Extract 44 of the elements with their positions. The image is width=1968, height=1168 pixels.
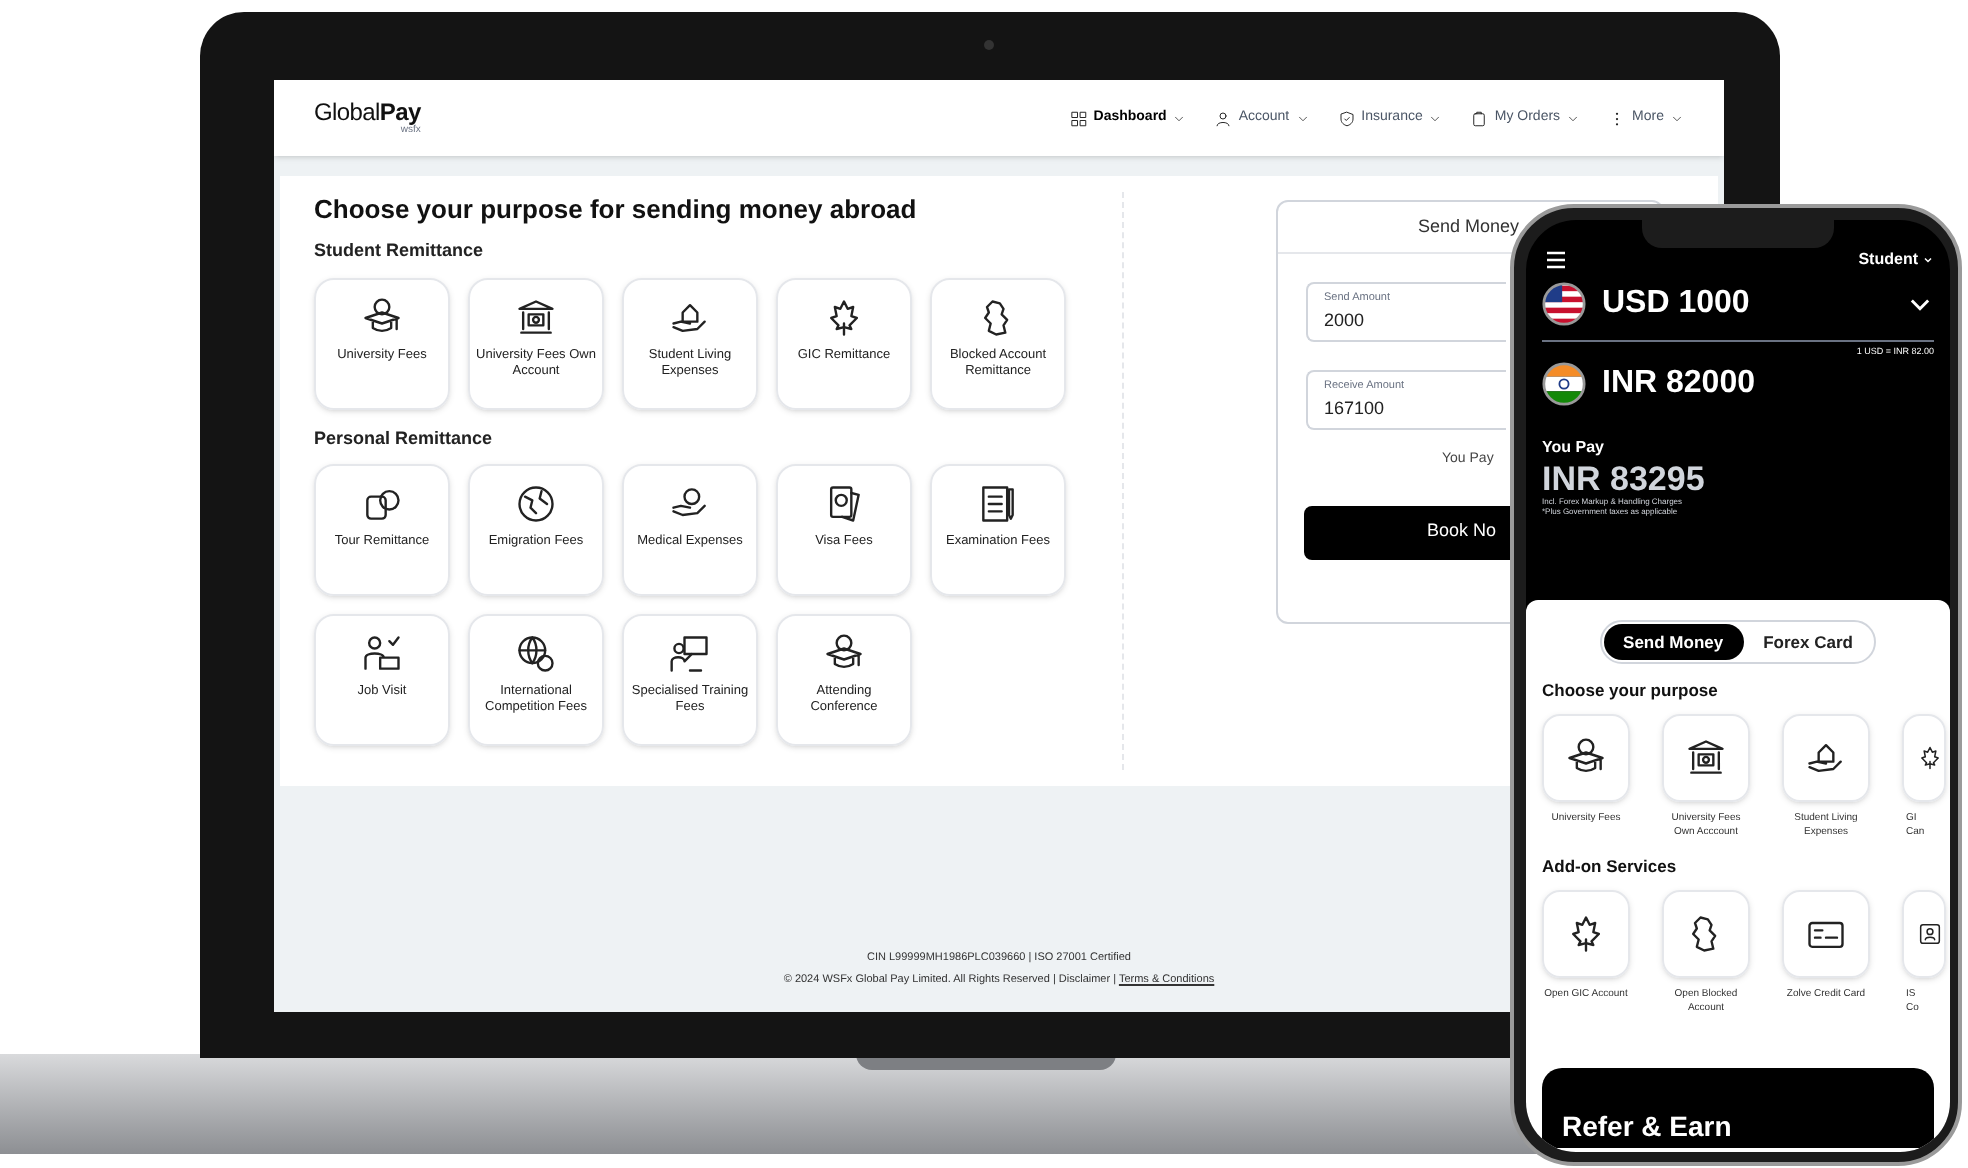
page-heading: Choose your purpose for sending money abroad <box>314 196 919 222</box>
person-desk-icon <box>360 632 404 676</box>
purpose-tile[interactable] <box>1662 889 1750 977</box>
refer-banner: Refer & Earn <box>1542 1068 1934 1148</box>
chevron-down-icon <box>1566 111 1581 125</box>
chevron-down-icon <box>1295 111 1310 125</box>
clipboard-icon <box>1470 109 1489 127</box>
person-icon <box>1214 109 1233 127</box>
india-flag-icon <box>1542 361 1586 406</box>
menu-icon <box>1542 248 1570 272</box>
purpose-tile[interactable] <box>1662 713 1750 802</box>
section-title: Choose your purpose <box>1542 678 1720 704</box>
receive-currency-amount: INR 82000 <box>1602 363 1755 404</box>
chevron-down-icon <box>1428 111 1443 125</box>
globe-coin-icon <box>514 632 558 676</box>
you-pay-label: You Pay <box>1542 435 1606 460</box>
book-now-button[interactable]: Book No <box>1304 505 1512 559</box>
section-title: Add-on Services <box>1542 853 1679 879</box>
purpose-tile[interactable] <box>1782 713 1870 802</box>
bank-building-icon <box>514 295 558 339</box>
camera-icon <box>984 40 994 50</box>
segment-tab[interactable]: Forex Card <box>1743 624 1873 660</box>
purpose-tile[interactable] <box>1542 889 1630 977</box>
bank-building-icon <box>1684 735 1728 780</box>
chevron-down-icon <box>1922 254 1934 266</box>
you-pay-amount: INR 83295 <box>1542 461 1707 496</box>
profile-dropdown[interactable]: Student <box>1858 248 1934 272</box>
chevron-down-icon <box>1670 111 1684 125</box>
section-title: Personal Remittance <box>314 425 495 451</box>
purpose-tile[interactable] <box>1902 889 1946 977</box>
chevron-down-icon <box>1172 111 1187 125</box>
logo-text: GlobalPay <box>314 100 421 124</box>
purpose-tile[interactable] <box>1542 713 1630 802</box>
exam-paper-icon <box>976 482 1020 526</box>
shield-icon <box>1337 109 1356 127</box>
purpose-tile[interactable] <box>1902 713 1946 802</box>
presentation-board-icon <box>668 632 712 676</box>
purpose-tile[interactable] <box>1782 889 1870 977</box>
segment-tab[interactable]: Send Money <box>1603 624 1744 660</box>
us-flag-icon <box>1542 282 1586 326</box>
send-currency-amount: USD 1000 <box>1602 284 1750 324</box>
globe-icon <box>514 482 558 526</box>
section-title: Student Remittance <box>314 238 486 264</box>
grid-icon <box>1069 109 1088 127</box>
